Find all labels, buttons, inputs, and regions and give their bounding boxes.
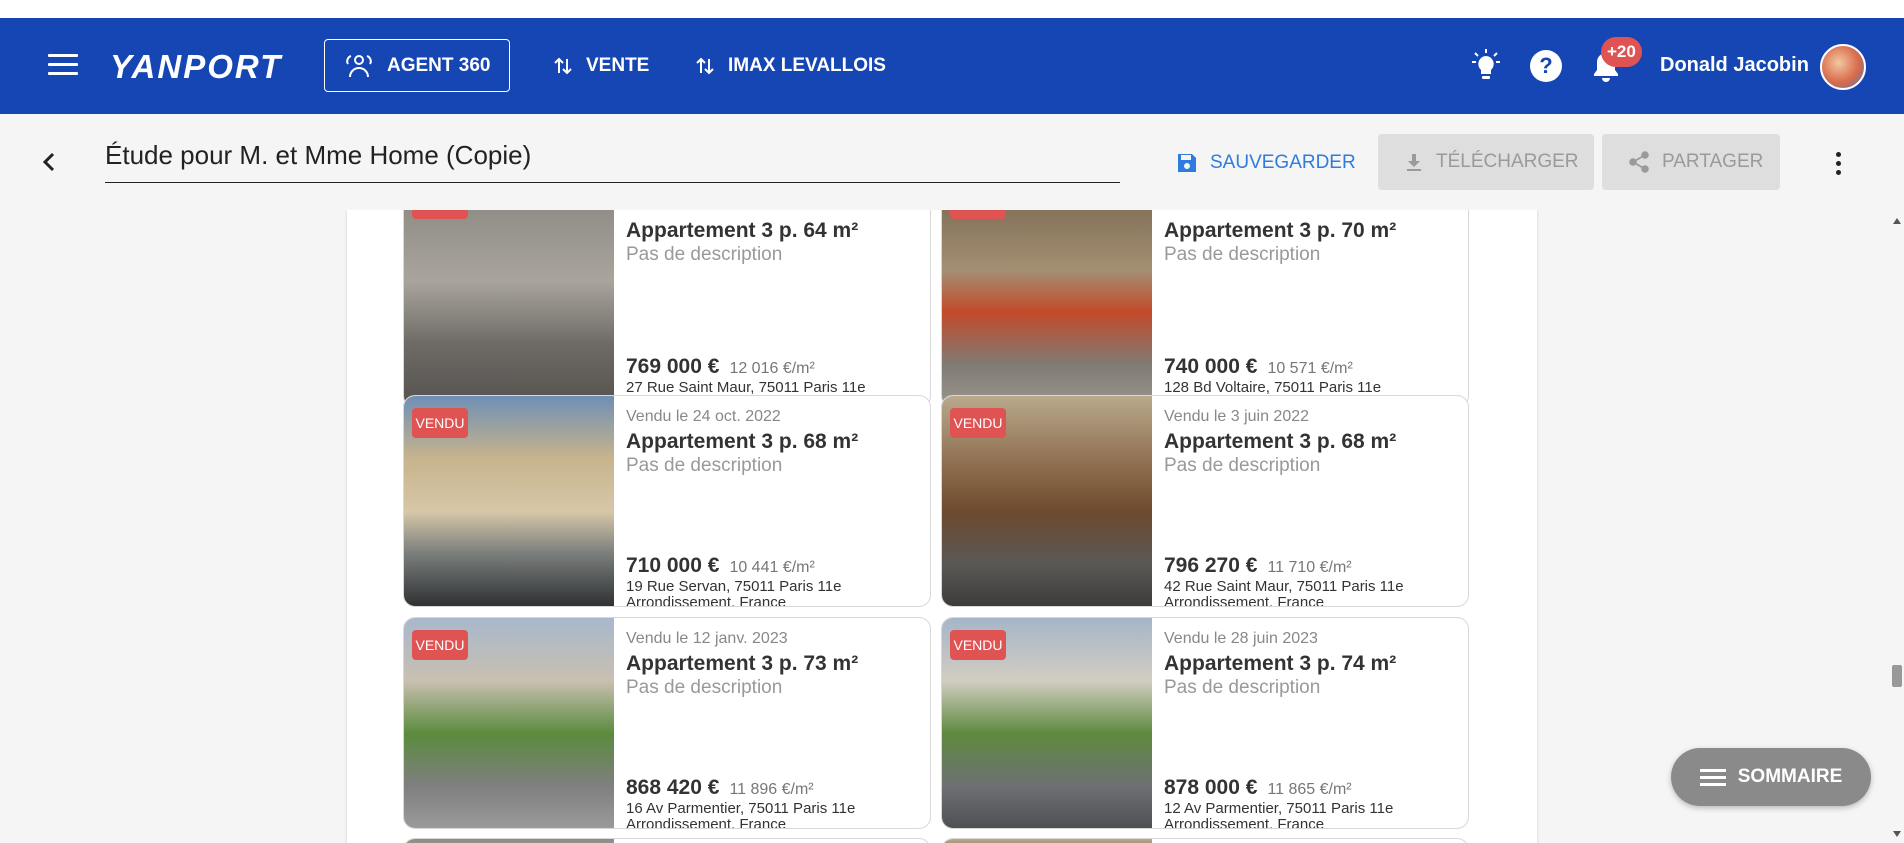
listing-price-per-m2: 11 896 €/m²	[729, 781, 814, 798]
listing-sold-date: Vendu le 24 oct. 2022	[626, 408, 781, 425]
share-label: PARTAGER	[1662, 151, 1764, 172]
listing-description: Pas de description	[626, 244, 783, 265]
listing-price-per-m2: 11 865 €/m²	[1267, 781, 1352, 798]
listing-price: 740 000 €	[1164, 355, 1258, 378]
listing-price: 769 000 €	[626, 355, 720, 378]
listing-price: 796 270 €	[1164, 554, 1258, 577]
listing-card[interactable]: VENDU Appartement 3 p. 64 m² Pas de desc…	[403, 210, 931, 408]
listing-sold-date: Vendu le 3 juin 2022	[1164, 408, 1310, 425]
swap-vertical-icon	[554, 57, 572, 75]
summary-label: SOMMAIRE	[1737, 766, 1843, 787]
listing-description: Pas de description	[626, 677, 783, 698]
notification-badge: +20	[1601, 37, 1642, 67]
help-button[interactable]: ?	[1528, 48, 1564, 84]
listing-card[interactable]: VENDU Vendu le 24 oct. 2022 Appartement …	[403, 395, 931, 607]
lightbulb-button[interactable]	[1468, 48, 1504, 84]
menu-icon	[1699, 765, 1726, 790]
listing-price-per-m2: 12 016 €/m²	[729, 360, 815, 377]
listing-price-per-m2: 10 441 €/m²	[729, 559, 815, 576]
listing-price: 878 000 €	[1164, 776, 1258, 799]
sold-badge: VENDU	[950, 408, 1006, 438]
download-button[interactable]: TÉLÉCHARGER	[1378, 134, 1594, 190]
listing-title: Appartement 3 p. 73 m²	[626, 652, 859, 675]
save-button[interactable]: SAUVEGARDER	[1176, 148, 1356, 178]
listing-photo	[942, 839, 1152, 843]
listing-description: Pas de description	[1164, 244, 1321, 265]
listing-card[interactable]: VENDU Vendu le 12 janv. 2023 Appartement…	[403, 617, 931, 829]
listing-price-per-m2: 11 710 €/m²	[1267, 559, 1352, 576]
listing-description: Pas de description	[626, 455, 783, 476]
svg-text:?: ?	[1539, 53, 1552, 78]
listing-title: Appartement 3 p. 68 m²	[626, 430, 859, 453]
scroll-up-arrow[interactable]	[1893, 218, 1901, 224]
summary-fab-button[interactable]: SOMMAIRE	[1671, 748, 1871, 806]
listing-sold-date: Vendu le 12 janv. 2023	[626, 630, 788, 647]
agent-360-icon	[346, 54, 372, 77]
menu-icon[interactable]	[48, 54, 78, 78]
sold-badge: VENDU	[412, 210, 468, 219]
listing-card[interactable]: VENDU Appartement 3 p. 70 m² Pas de desc…	[941, 210, 1469, 408]
listing-description: Pas de description	[1164, 455, 1321, 476]
nav-vente[interactable]: VENTE	[552, 48, 649, 84]
agent-360-button[interactable]: AGENT 360	[324, 39, 510, 92]
listing-card[interactable]: VENDU Vendu le 3 juin 2022 Appartement 3…	[941, 395, 1469, 607]
lightbulb-icon	[1472, 49, 1500, 79]
sold-badge: VENDU	[950, 630, 1006, 660]
sold-badge: VENDU	[412, 408, 468, 438]
user-name[interactable]: Donald Jacobin	[1660, 54, 1809, 77]
avatar[interactable]	[1820, 44, 1866, 90]
agent-360-label: AGENT 360	[387, 54, 491, 76]
nav-agency-label: IMAX LEVALLOIS	[728, 55, 886, 76]
share-button[interactable]: PARTAGER	[1602, 134, 1780, 190]
listing-title: Appartement 3 p. 74 m²	[1164, 652, 1397, 675]
listing-card[interactable]	[403, 838, 931, 843]
listing-price: 868 420 €	[626, 776, 720, 799]
sold-badge: VENDU	[950, 210, 1006, 219]
listing-price: 710 000 €	[626, 554, 720, 577]
scrollbar-thumb[interactable]	[1892, 665, 1902, 687]
chevron-left-icon[interactable]	[36, 148, 64, 176]
save-label: SAUVEGARDER	[1210, 152, 1356, 173]
listing-title: Appartement 3 p. 70 m²	[1164, 219, 1397, 242]
page-scrollbar[interactable]	[1890, 210, 1904, 843]
listing-address: 16 Av Parmentier, 75011 Paris 11e Arrond…	[626, 800, 856, 829]
download-icon	[1407, 154, 1421, 171]
floppy-disk-icon	[1178, 154, 1196, 172]
listing-address: 42 Rue Saint Maur, 75011 Paris 11e Arron…	[1164, 578, 1404, 607]
scroll-down-arrow[interactable]	[1893, 831, 1901, 837]
study-panel: VENDU Appartement 3 p. 64 m² Pas de desc…	[347, 210, 1537, 843]
listing-sold-date: Vendu le 28 juin 2023	[1164, 630, 1318, 647]
app-logo[interactable]: YANPORT	[110, 48, 282, 85]
more-vertical-icon[interactable]	[1826, 148, 1850, 178]
listing-description: Pas de description	[1164, 677, 1321, 698]
listing-photo	[942, 210, 1152, 407]
app-bar: YANPORT AGENT 360 VENTE IMAX LEVALLOIS ?	[0, 18, 1904, 114]
nav-agency[interactable]: IMAX LEVALLOIS	[694, 48, 886, 84]
help-icon: ?	[1530, 50, 1562, 82]
listing-title: Appartement 3 p. 64 m²	[626, 219, 859, 242]
sold-badge: VENDU	[412, 630, 468, 660]
listing-address: 19 Rue Servan, 75011 Paris 11e Arrondiss…	[626, 578, 842, 607]
browser-top-strip	[0, 0, 1904, 18]
listing-card[interactable]: VENDU Vendu le 28 juin 2023 Appartement …	[941, 617, 1469, 829]
download-label: TÉLÉCHARGER	[1436, 151, 1579, 172]
share-icon	[1629, 151, 1649, 173]
listing-photo	[404, 839, 614, 843]
listing-address: 12 Av Parmentier, 75011 Paris 11e Arrond…	[1164, 800, 1394, 829]
listings-scroll-area[interactable]: VENDU Appartement 3 p. 64 m² Pas de desc…	[0, 210, 1904, 843]
listing-price-per-m2: 10 571 €/m²	[1267, 360, 1353, 377]
listing-photo	[404, 210, 614, 407]
document-toolbar: Étude pour M. et Mme Home (Copie) SAUVEG…	[0, 114, 1904, 210]
swap-vertical-icon	[696, 57, 714, 75]
listing-card[interactable]	[941, 838, 1469, 843]
nav-vente-label: VENTE	[586, 55, 650, 76]
listing-title: Appartement 3 p. 68 m²	[1164, 430, 1397, 453]
document-title-input[interactable]: Étude pour M. et Mme Home (Copie)	[105, 136, 1120, 183]
